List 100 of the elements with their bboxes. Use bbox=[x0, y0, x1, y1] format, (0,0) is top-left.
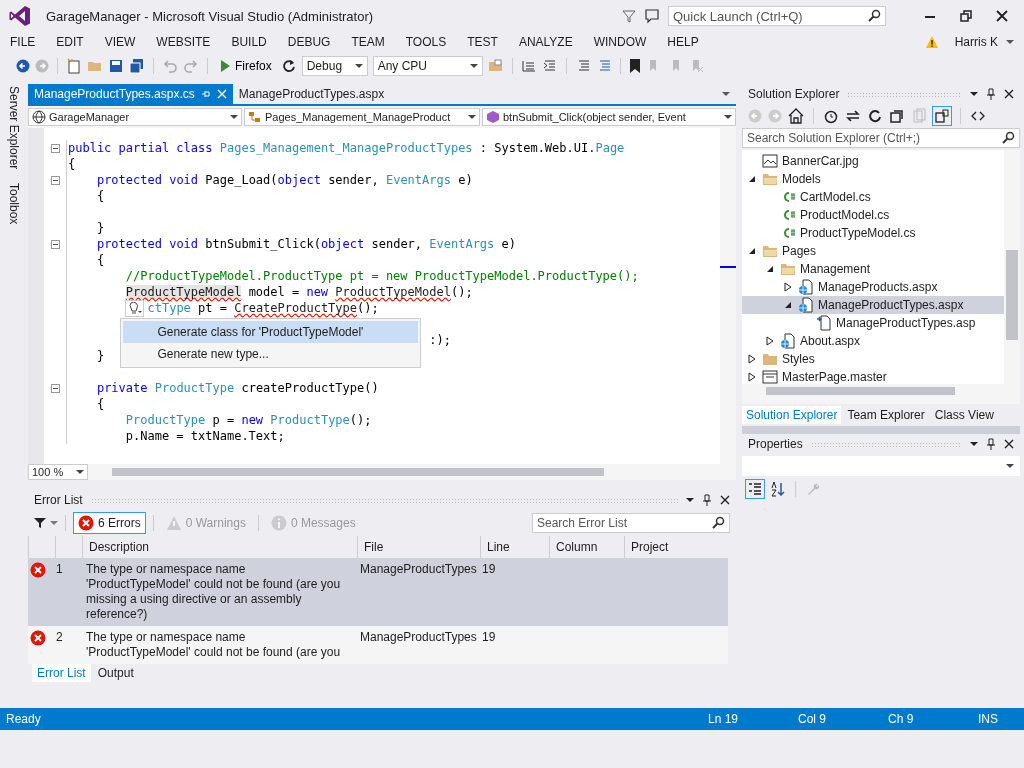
platform-dropdown[interactable]: Any CPU bbox=[372, 56, 483, 76]
dropdown-value[interactable]: btnSubmit_Click(object sender, Event bbox=[503, 111, 715, 123]
document-tab[interactable]: ManageProductTypes.aspx.cs bbox=[28, 84, 233, 104]
tree-item[interactable]: Styles bbox=[742, 350, 1004, 368]
item-label[interactable]: ManageProducts.aspx bbox=[818, 280, 938, 294]
item-label[interactable]: BannerCar.jpg bbox=[782, 154, 859, 168]
panel-tab[interactable]: Output bbox=[92, 664, 139, 682]
item-label[interactable]: CartModel.cs bbox=[800, 190, 871, 204]
expander-icon[interactable] bbox=[784, 301, 792, 309]
tree-item[interactable]: MasterPage.master bbox=[742, 368, 1004, 386]
caret-icon[interactable] bbox=[1006, 39, 1014, 45]
expander-icon[interactable] bbox=[748, 247, 756, 255]
expander-icon[interactable] bbox=[784, 282, 792, 292]
pin-icon[interactable] bbox=[986, 88, 996, 100]
tree-item[interactable]: ProductTypeModel.cs bbox=[742, 224, 1004, 242]
search-icon[interactable] bbox=[867, 9, 881, 23]
zoom-dropdown[interactable]: 100 % bbox=[28, 464, 88, 480]
item-label[interactable]: About.aspx bbox=[800, 334, 861, 348]
filter-icon[interactable] bbox=[34, 517, 46, 529]
sync-icon[interactable] bbox=[845, 108, 861, 124]
side-tab[interactable]: Toolbox bbox=[7, 183, 21, 225]
vertical-scrollbar[interactable] bbox=[720, 128, 736, 464]
start-debugging-button[interactable]: Firefox bbox=[216, 57, 276, 75]
bookmark-icon[interactable] bbox=[628, 58, 641, 74]
dropdown-icon[interactable] bbox=[970, 441, 978, 447]
refresh-icon[interactable] bbox=[867, 108, 883, 124]
navigation-dropdown[interactable]: GarageManager bbox=[28, 108, 242, 126]
tab-list-icon[interactable] bbox=[722, 91, 730, 97]
item-label[interactable]: Pages bbox=[782, 244, 817, 258]
expander-icon[interactable] bbox=[748, 354, 756, 364]
search-icon[interactable] bbox=[711, 516, 725, 530]
indent-icon[interactable] bbox=[520, 58, 537, 74]
menu-item[interactable]: TOOLS bbox=[405, 35, 447, 49]
tree-item[interactable]: ManageProductTypes.asp bbox=[742, 314, 1004, 332]
tree-item[interactable]: ManageProducts.aspx bbox=[742, 278, 1004, 296]
menu-item[interactable]: ANALYZE bbox=[518, 35, 573, 49]
tree-item[interactable]: CartModel.cs bbox=[742, 188, 1004, 206]
tree-item[interactable]: Management bbox=[742, 260, 1004, 278]
item-label[interactable]: Models bbox=[782, 172, 821, 186]
tree-item[interactable]: ProductModel.cs bbox=[742, 206, 1004, 224]
item-label[interactable]: ManageProductTypes.asp bbox=[836, 316, 976, 330]
expander-icon[interactable] bbox=[748, 175, 756, 183]
menu-item[interactable]: BUILD bbox=[231, 35, 267, 49]
outdent-icon[interactable] bbox=[541, 58, 558, 74]
item-label[interactable]: Management bbox=[800, 262, 871, 276]
menu-item[interactable]: TEAM bbox=[351, 35, 385, 49]
item-label[interactable]: ProductTypeModel.cs bbox=[800, 226, 916, 240]
menu-item[interactable]: WINDOW bbox=[593, 35, 647, 49]
horizontal-scrollbar[interactable] bbox=[742, 384, 1020, 404]
search-field[interactable]: Search Error List bbox=[532, 513, 730, 533]
tree-item[interactable]: Models bbox=[742, 170, 1004, 188]
panel-tab[interactable]: Class View bbox=[930, 406, 998, 424]
sort-alphabetical-icon[interactable] bbox=[770, 481, 786, 497]
warning-icon[interactable] bbox=[924, 35, 939, 49]
menu-item[interactable]: HELP bbox=[667, 35, 699, 49]
pin-icon[interactable] bbox=[702, 494, 712, 506]
code-editor[interactable] bbox=[28, 128, 736, 464]
user-menu[interactable]: Harris K bbox=[954, 35, 998, 49]
home-icon[interactable] bbox=[788, 108, 804, 124]
side-tab[interactable]: Server Explorer bbox=[7, 86, 21, 170]
menu-item[interactable]: EDIT bbox=[56, 35, 84, 49]
quick-launch-field[interactable]: Quick Launch (Ctrl+Q) bbox=[668, 6, 886, 26]
categorized-icon[interactable] bbox=[746, 480, 764, 498]
tab-label[interactable]: ManageProductTypes.aspx bbox=[238, 87, 385, 101]
panel-tab[interactable]: Team Explorer bbox=[843, 406, 929, 424]
preview-icon[interactable] bbox=[933, 107, 951, 125]
close-icon[interactable] bbox=[996, 10, 1008, 22]
expander-icon[interactable] bbox=[748, 372, 756, 382]
menu-item[interactable]: TEST bbox=[467, 35, 498, 49]
dropdown-icon[interactable] bbox=[686, 497, 694, 503]
collapse-all-icon[interactable] bbox=[889, 108, 905, 124]
search-field[interactable]: Search Solution Explorer (Ctrl+;) bbox=[742, 128, 1020, 148]
item-label[interactable]: ProductModel.cs bbox=[800, 208, 890, 222]
menu-item[interactable]: FILE bbox=[10, 35, 36, 49]
panel-tab[interactable]: Error List bbox=[32, 664, 91, 682]
expander-icon[interactable] bbox=[766, 336, 774, 346]
navigation-dropdown[interactable]: Pages_Management_ManageProduct bbox=[244, 108, 480, 126]
save-icon[interactable] bbox=[108, 58, 124, 74]
chat-icon[interactable] bbox=[644, 8, 660, 24]
close-icon[interactable] bbox=[1004, 439, 1014, 449]
new-project-icon[interactable] bbox=[66, 58, 82, 74]
save-all-icon[interactable] bbox=[129, 58, 145, 74]
refresh-icon[interactable] bbox=[280, 58, 297, 74]
vertical-scrollbar[interactable] bbox=[1004, 150, 1020, 384]
smart-tag-button[interactable] bbox=[124, 300, 144, 317]
find-files-icon[interactable] bbox=[487, 58, 504, 74]
pin-icon[interactable] bbox=[986, 438, 996, 450]
document-tab[interactable]: ManageProductTypes.aspx bbox=[232, 84, 391, 104]
item-label[interactable]: MasterPage.master bbox=[782, 370, 887, 384]
collapse-icon[interactable] bbox=[50, 383, 60, 393]
expander-icon[interactable] bbox=[766, 265, 774, 273]
dropdown-value[interactable]: GarageManager bbox=[49, 111, 221, 123]
menu-item[interactable]: VIEW bbox=[104, 35, 136, 49]
close-icon[interactable] bbox=[720, 495, 730, 505]
dropdown-value[interactable]: Pages_Management_ManageProduct bbox=[265, 111, 459, 123]
collapse-icon[interactable] bbox=[50, 143, 60, 153]
panel-tab[interactable]: Solution Explorer bbox=[742, 406, 842, 424]
collapse-icon[interactable] bbox=[50, 239, 60, 249]
back-icon[interactable] bbox=[16, 59, 30, 73]
item-label[interactable]: ManageProductTypes.aspx bbox=[818, 298, 964, 312]
